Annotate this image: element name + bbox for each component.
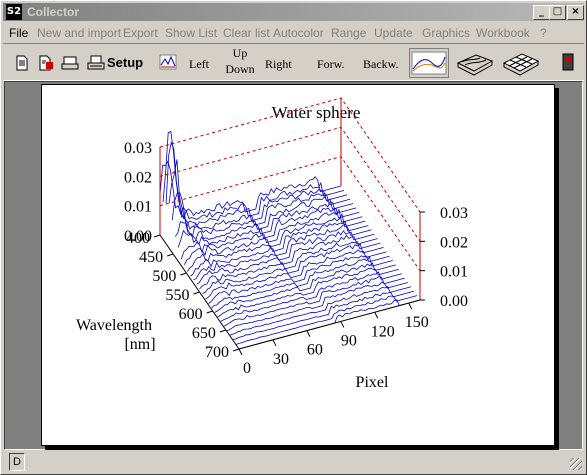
menu-workbook[interactable]: Workbook (476, 26, 530, 40)
print-icon[interactable] (87, 54, 105, 72)
x-tick-mark (408, 302, 413, 310)
resize-grip[interactable] (570, 458, 582, 470)
grid-surface-icon (502, 53, 540, 76)
surface-chart: Water sphere 030609012015040045050055060… (76, 97, 468, 391)
battery-icon[interactable] (559, 53, 577, 71)
y-tick-mark (153, 234, 161, 238)
line-graph-icon (411, 51, 447, 75)
y-tick-mark (232, 348, 240, 352)
x-tick-label: 120 (371, 323, 395, 340)
z-gridline-1 (159, 126, 421, 242)
x-axis-label: Pixel (356, 374, 389, 391)
x-tick-label: 0 (243, 360, 251, 377)
y-tick-mark (180, 272, 187, 276)
y-axis-unit: [nm] (124, 336, 155, 353)
minimize-button[interactable]: _ (533, 5, 550, 20)
toolbar: Setup Left Up Down Right Forw. Backw. (3, 43, 584, 81)
x-tick-label: 30 (273, 351, 289, 368)
menu-new-and-import[interactable]: New and import (37, 26, 121, 40)
y-tick-label: 450 (139, 249, 163, 266)
z-tick-label-left: 0.01 (124, 199, 152, 216)
menu-graphics[interactable]: Graphics (422, 26, 470, 40)
title-bar[interactable]: S2 Collector _ □ × (3, 3, 584, 21)
z-tick-label-right: 0.01 (440, 264, 468, 281)
surface-line (180, 208, 363, 260)
y-tick-label: 500 (152, 268, 176, 285)
menu-autocolor[interactable]: Autocolor (273, 26, 324, 40)
new-document-icon[interactable] (13, 54, 31, 72)
y-axis-label: Wavelength (76, 317, 152, 334)
status-mode-cell[interactable]: D (9, 453, 25, 471)
menu-bar: File New and import Export Show List Cle… (3, 23, 584, 43)
app-icon[interactable]: S2 (6, 4, 22, 20)
y-tick-mark (206, 310, 213, 314)
maximize-button[interactable]: □ (549, 5, 566, 20)
print-preview-icon[interactable] (61, 54, 79, 72)
down-button[interactable]: Down (223, 62, 257, 77)
up-button[interactable]: Up (223, 46, 257, 61)
y-tick-mark (167, 253, 174, 257)
z-tick-label-left: 0.02 (124, 169, 152, 186)
chart-title: Water sphere (272, 103, 361, 122)
chart-type-icon[interactable] (159, 53, 177, 71)
y-tick-label: 650 (192, 325, 216, 342)
grid-surface-button[interactable] (501, 48, 541, 78)
x-tick-label: 60 (307, 342, 323, 359)
workbook-area: Water sphere 0 30 60 90 120 150 400 450 500 550 60… (4, 81, 583, 450)
menu-help[interactable]: ? (540, 26, 547, 40)
chart-page: Water sphere 0 30 60 90 120 150 400 450 500 550 60… (41, 84, 555, 446)
menu-export[interactable]: Export (123, 26, 158, 40)
setup-button[interactable]: Setup (107, 55, 143, 70)
x-tick-label: 150 (405, 314, 429, 331)
right-button[interactable]: Right (265, 57, 292, 72)
close-button[interactable]: × (567, 5, 584, 20)
forward-button[interactable]: Forw. (317, 57, 345, 72)
y-tick-label: 600 (179, 306, 203, 323)
z-tick-label-right: 0.00 (440, 293, 468, 310)
z-tick-label-right: 0.03 (440, 205, 468, 222)
surface-line (159, 160, 342, 217)
status-bar: D (3, 451, 584, 472)
surface-line (220, 271, 402, 322)
menu-file[interactable]: File (9, 26, 28, 40)
x-tick-mark (238, 348, 243, 356)
y-tick-mark (193, 291, 200, 295)
surface-graph-icon (456, 54, 494, 76)
y-tick-label: 700 (205, 344, 229, 361)
left-button[interactable]: Left (189, 57, 209, 72)
menu-range[interactable]: Range (331, 26, 366, 40)
surface-graph-button[interactable] (455, 48, 495, 78)
import-document-icon[interactable] (37, 54, 55, 72)
window-title: Collector (27, 5, 80, 19)
menu-update[interactable]: Update (374, 26, 413, 40)
x-tick-mark (374, 312, 379, 319)
y-tick-label: 550 (166, 287, 190, 304)
z-tick-label-left: 0.00 (124, 228, 152, 245)
line-graph-button[interactable] (409, 48, 449, 78)
menu-show-list[interactable]: Show List (165, 26, 217, 40)
collector-window: S2 Collector _ □ × File New and import E… (0, 0, 587, 475)
surface-line (162, 130, 345, 220)
backward-button[interactable]: Backw. (363, 57, 399, 72)
x-tick-mark (340, 321, 345, 328)
x-tick-mark (272, 339, 277, 347)
z-tick-label-left: 0.03 (124, 140, 152, 157)
surface-line (217, 267, 399, 318)
menu-clear-list[interactable]: Clear list (223, 26, 270, 40)
x-tick-mark (306, 330, 311, 337)
z-tick-label-right: 0.02 (440, 234, 468, 251)
y-tick-mark (219, 329, 226, 333)
surface-line (208, 255, 390, 304)
x-tick-label: 90 (341, 332, 357, 349)
